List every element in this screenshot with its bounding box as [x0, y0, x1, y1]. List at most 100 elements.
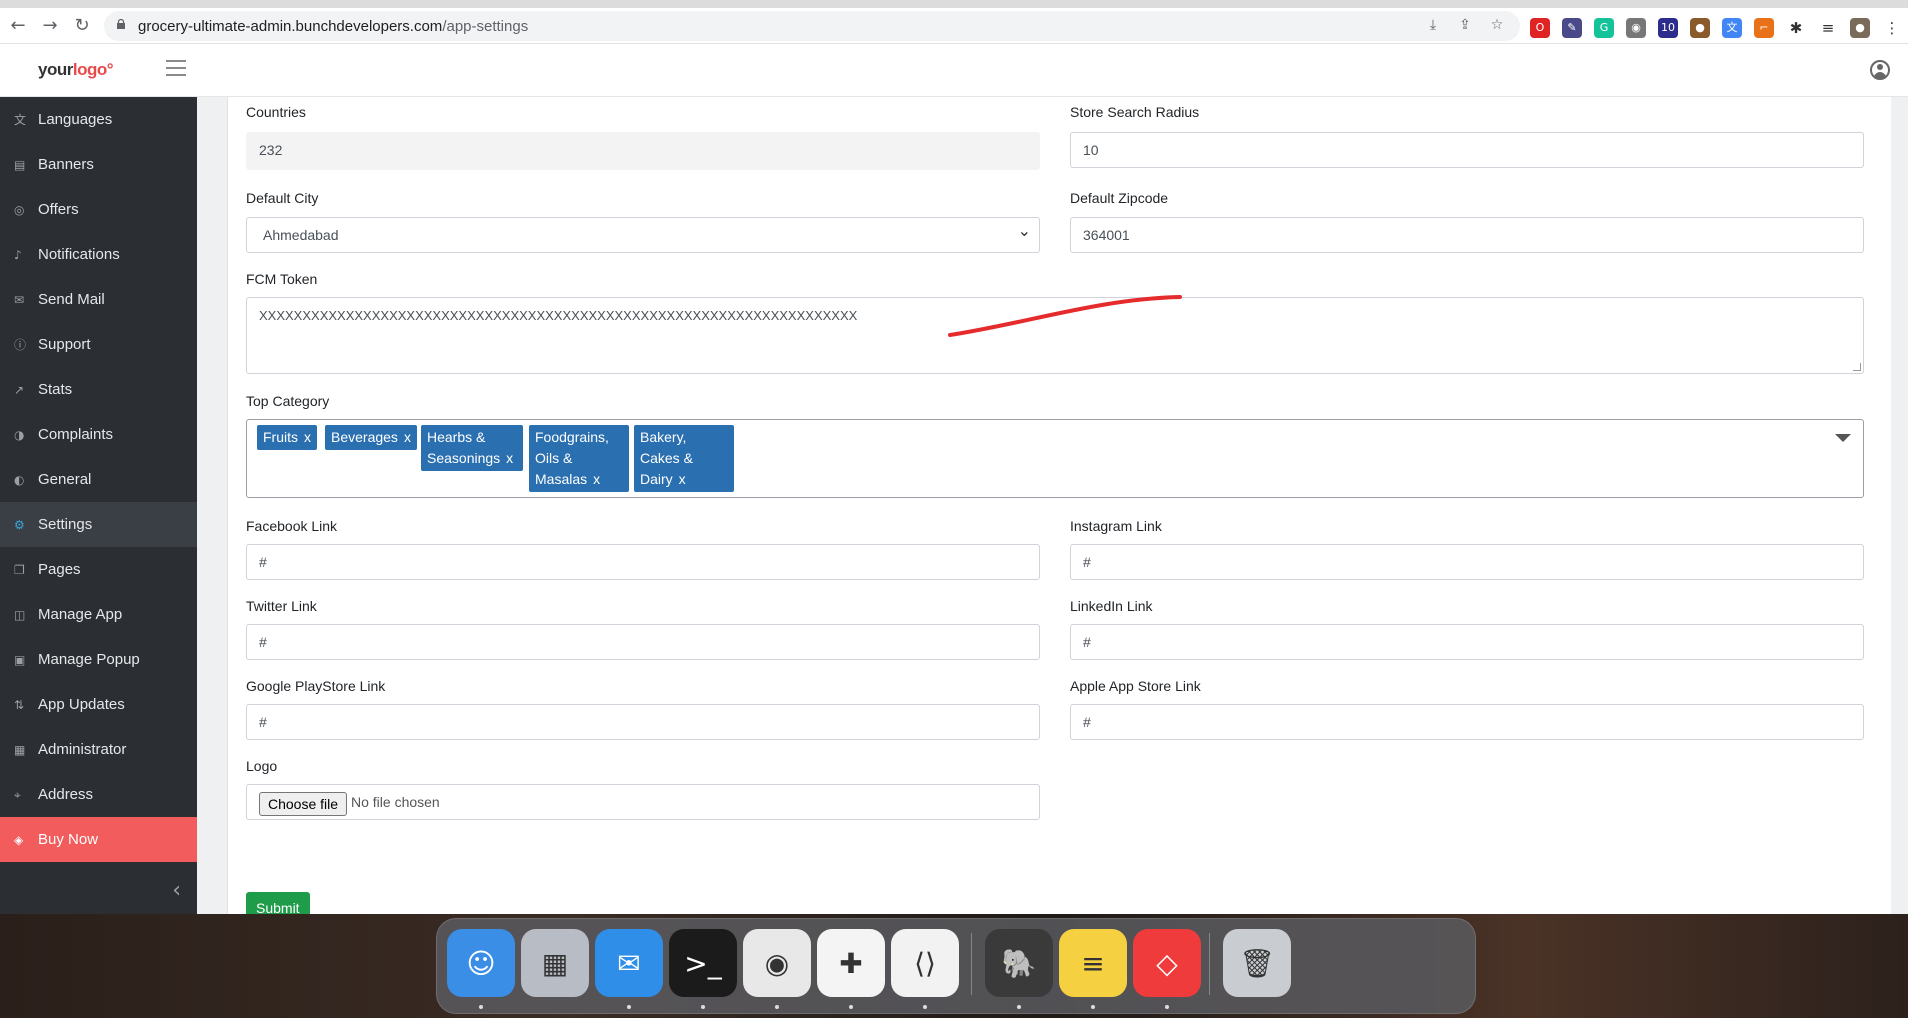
tableplus-icon[interactable]: 🐘	[985, 929, 1053, 997]
facebook-input[interactable]: #	[246, 544, 1040, 580]
notes-icon[interactable]: ≡	[1059, 929, 1127, 997]
category-tag-text: Beverages	[331, 429, 398, 445]
remove-tag-icon[interactable]: x	[679, 471, 686, 487]
eyedropper-icon[interactable]: ✎	[1562, 18, 1582, 38]
sidebar-item-administrator[interactable]: ▦ Administrator	[0, 727, 197, 772]
logo[interactable]: yourlogo°	[38, 60, 114, 80]
vscode-icon[interactable]: ⟨⟩	[891, 929, 959, 997]
store-radius-input[interactable]: 10	[1070, 132, 1864, 168]
sidebar-item-offers[interactable]: ◎ Offers	[0, 187, 197, 232]
default-city-select[interactable]: Ahmedabad	[246, 214, 1040, 253]
sidebar-item-manage-popup[interactable]: ▣ Manage Popup	[0, 637, 197, 682]
sidebar-item-stats[interactable]: ↗ Stats	[0, 367, 197, 412]
menu-dots-icon[interactable]: ⋮	[1882, 18, 1902, 38]
install-icon[interactable]: ⤓	[1424, 16, 1442, 34]
default-zip-input[interactable]: 364001	[1070, 217, 1864, 253]
finder-icon[interactable]: ☺	[447, 929, 515, 997]
user-account-icon[interactable]	[1870, 60, 1890, 80]
sidebar-item-languages[interactable]: 文 Languages	[0, 97, 197, 142]
profile-avatar-icon[interactable]: ●	[1850, 18, 1870, 38]
playstore-input[interactable]: #	[246, 704, 1040, 740]
reading-list-icon[interactable]: ≡	[1818, 18, 1838, 38]
sidebar-item-label: Support	[38, 336, 91, 353]
store-radius-label: Store Search Radius	[1070, 104, 1200, 120]
chevron-left-icon: ‹	[172, 878, 181, 903]
mail-app-icon[interactable]: ✉	[595, 929, 663, 997]
sidebar-item-send-mail[interactable]: ✉ Send Mail	[0, 277, 197, 322]
sidebar-item-pages[interactable]: ❐ Pages	[0, 547, 197, 592]
sidebar-item-label: Settings	[38, 516, 93, 533]
linkedin-input[interactable]: #	[1070, 624, 1864, 660]
running-indicator	[627, 1005, 631, 1009]
sidebar: 文 Languages ▤ Banners ◎ Offers ♪ Notifications ✉…	[0, 97, 197, 914]
hamburger-menu-icon[interactable]	[166, 60, 186, 76]
offers-icon: ◎	[14, 202, 25, 217]
extension-badge-icon[interactable]: 10	[1658, 18, 1678, 38]
remove-tag-icon[interactable]: x	[404, 429, 411, 445]
back-icon[interactable]: ←	[6, 14, 30, 38]
stats-icon: ↗	[14, 382, 25, 397]
countries-label: Countries	[246, 104, 306, 120]
anydesk-icon[interactable]: ◇	[1133, 929, 1201, 997]
cookie-icon[interactable]: ●	[1690, 18, 1710, 38]
dock-separator	[971, 933, 972, 995]
forward-icon[interactable]: →	[38, 14, 62, 38]
launchpad-icon[interactable]: ▦	[521, 929, 589, 997]
languages-icon: 文	[14, 112, 27, 127]
lock-icon: ◫	[14, 607, 26, 622]
chrome-icon[interactable]: ◉	[743, 929, 811, 997]
puzzle-icon[interactable]: ✱	[1786, 18, 1806, 38]
category-tag: Beverages x	[325, 425, 417, 450]
sidebar-item-address[interactable]: ⌖ Address	[0, 772, 197, 817]
default-zip-label: Default Zipcode	[1070, 190, 1169, 206]
sidebar-item-label: General	[38, 471, 92, 488]
sidebar-item-notifications[interactable]: ♪ Notifications	[0, 232, 197, 277]
opera-icon[interactable]: O	[1530, 18, 1550, 38]
running-indicator	[849, 1005, 853, 1009]
sidebar-item-label: Administrator	[38, 741, 127, 758]
sidebar-item-label: Pages	[38, 561, 81, 578]
caret-down-icon[interactable]	[1835, 434, 1851, 442]
choose-file-button[interactable]: Choose file	[259, 792, 348, 816]
sidebar-item-buy-now[interactable]: ◈ Buy Now	[0, 817, 197, 862]
appstore-input[interactable]: #	[1070, 704, 1864, 740]
instagram-input[interactable]: #	[1070, 544, 1864, 580]
translate-icon[interactable]: 文	[1722, 18, 1742, 38]
sidebar-item-settings[interactable]: ⚙ Settings	[0, 502, 197, 547]
file-status: No file chosen	[351, 794, 440, 810]
pages-icon: ❐	[14, 562, 25, 577]
star-icon[interactable]: ☆	[1488, 16, 1506, 34]
running-indicator	[1091, 1005, 1095, 1009]
mail-icon: ✉	[14, 292, 25, 307]
top-category-multiselect[interactable]: Fruits x Beverages x Hearbs & Seasonings x Food…	[246, 419, 1864, 498]
sidebar-item-label: Manage Popup	[38, 651, 140, 668]
camera-icon[interactable]: ◉	[1626, 18, 1646, 38]
sidebar-item-label: Offers	[38, 201, 79, 218]
remove-tag-icon[interactable]: x	[304, 429, 311, 445]
resize-handle[interactable]	[1853, 363, 1861, 371]
address-bar[interactable]: grocery-ultimate-admin.bunchdevelopers.c…	[104, 11, 1520, 41]
admin-icon: ▦	[14, 742, 26, 757]
sidebar-item-complaints[interactable]: ◑ Complaints	[0, 412, 197, 457]
grammarly-icon[interactable]: G	[1594, 18, 1614, 38]
slack-icon[interactable]: ✚	[817, 929, 885, 997]
sidebar-item-general[interactable]: ◐ General	[0, 457, 197, 502]
logo-file-input: Choose file No file chosen	[246, 784, 1040, 820]
trash-icon[interactable]: 🗑	[1223, 929, 1291, 997]
sidebar-collapse-button[interactable]: ‹	[0, 866, 197, 914]
ruler-icon[interactable]: ⌐	[1754, 18, 1774, 38]
banners-icon: ▤	[14, 157, 26, 172]
twitter-input[interactable]: #	[246, 624, 1040, 660]
sidebar-item-manage-app[interactable]: ◫ Manage App	[0, 592, 197, 637]
share-icon[interactable]: ⇪	[1456, 16, 1474, 34]
updates-icon: ⇅	[14, 697, 25, 712]
category-tag: Fruits x	[257, 425, 317, 450]
category-tag-text: Fruits	[263, 429, 298, 445]
sidebar-item-support[interactable]: ⓘ Support	[0, 322, 197, 367]
remove-tag-icon[interactable]: x	[593, 471, 600, 487]
terminal-icon[interactable]: >_	[669, 929, 737, 997]
sidebar-item-app-updates[interactable]: ⇅ App Updates	[0, 682, 197, 727]
sidebar-item-banners[interactable]: ▤ Banners	[0, 142, 197, 187]
reload-icon[interactable]: ↻	[70, 14, 94, 38]
remove-tag-icon[interactable]: x	[506, 450, 513, 466]
